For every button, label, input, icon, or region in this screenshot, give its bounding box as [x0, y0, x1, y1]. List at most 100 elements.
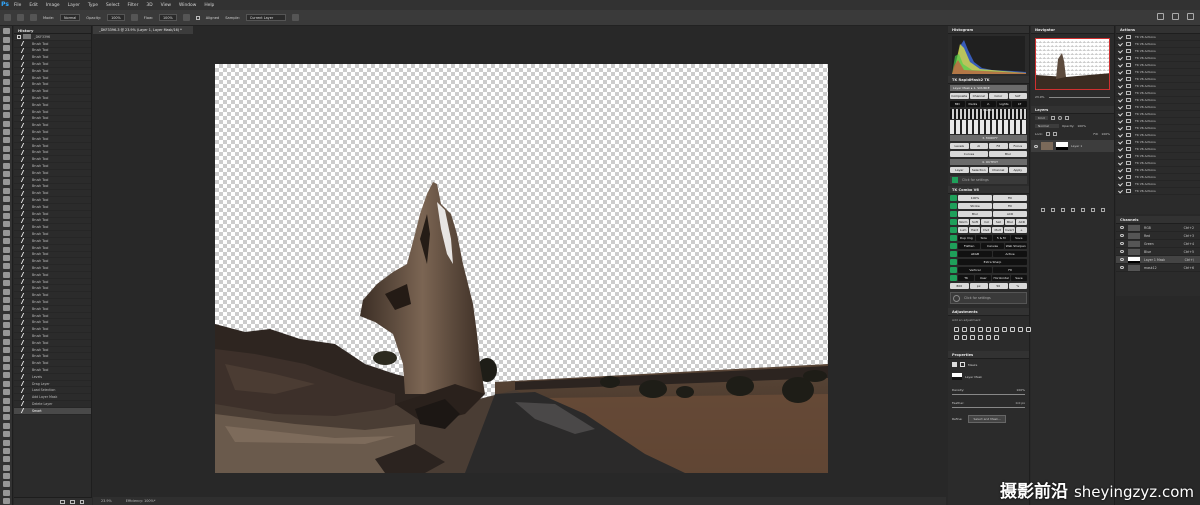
checkmark-icon[interactable]: [1118, 48, 1123, 54]
checkmark-icon[interactable]: [1118, 97, 1123, 103]
action-set-row[interactable]: TK V6 Actions: [1116, 139, 1200, 146]
history-item[interactable]: Brush Tool: [14, 367, 91, 374]
checkmark-icon[interactable]: [1118, 125, 1123, 131]
history-item[interactable]: Brush Tool: [14, 156, 91, 164]
menu-item-file[interactable]: File: [10, 3, 25, 8]
tk-button-selection[interactable]: Selection: [969, 167, 988, 173]
action-set-row[interactable]: TK V6 Actions: [1116, 83, 1200, 90]
share-icon[interactable]: [1187, 13, 1194, 20]
filter-adjustment-icon[interactable]: [1057, 116, 1062, 120]
tk-button-darks[interactable]: Darks: [965, 101, 981, 107]
channel-row[interactable]: Blue Ctrl+5: [1116, 248, 1200, 256]
healing-tool-icon[interactable]: [3, 95, 10, 102]
dodge-tool-icon[interactable]: [3, 154, 10, 161]
path-select-tool-icon[interactable]: [3, 179, 10, 186]
link-layers-icon[interactable]: [1041, 208, 1045, 212]
history-item[interactable]: Smart: [14, 407, 91, 415]
channel-row[interactable]: Red Ctrl+3: [1116, 232, 1200, 240]
tk-web-value[interactable]: 800: [950, 283, 969, 289]
tk-combo-button--select[interactable]: + Select: [1015, 227, 1028, 238]
marquee-tool-icon[interactable]: [3, 280, 10, 287]
action-set-row[interactable]: TK V6 Actions: [1116, 188, 1200, 195]
tk-combo-button-sat[interactable]: Sat: [993, 219, 1004, 225]
history-item[interactable]: Levels: [14, 374, 91, 381]
black-white-icon[interactable]: [1010, 327, 1015, 332]
checkmark-icon[interactable]: [1118, 41, 1123, 47]
menu-item-view[interactable]: View: [157, 3, 175, 8]
history-item[interactable]: Brush Tool: [14, 190, 91, 198]
channel-row[interactable]: Green Ctrl+4: [1116, 240, 1200, 248]
move-tool-icon[interactable]: [3, 263, 10, 270]
tk-combo-button-acr[interactable]: ACR: [1016, 219, 1028, 225]
menu-item-type[interactable]: Type: [84, 3, 102, 8]
filter-pixel-icon[interactable]: [1050, 116, 1055, 120]
quick-select-tool-icon[interactable]: [3, 61, 10, 68]
pressure-opacity-icon[interactable]: [130, 14, 138, 21]
tk-button-fit[interactable]: Fit: [989, 143, 1008, 149]
history-item[interactable]: Brush Tool: [14, 81, 91, 89]
tk-button-md[interactable]: MD: [950, 101, 965, 107]
tk-button-al[interactable]: Al: [969, 143, 988, 149]
eraser-tool-icon[interactable]: [3, 129, 10, 136]
new-adjustment-icon[interactable]: [1071, 208, 1075, 212]
action-set-row[interactable]: TK V6 Actions: [1116, 97, 1200, 104]
more-tool-icon[interactable]: [3, 456, 10, 463]
blur-tool-icon[interactable]: [3, 145, 10, 152]
foreground-color-tool-icon[interactable]: [3, 464, 10, 471]
rotate-tool-icon[interactable]: [3, 204, 10, 211]
tk-combo-button-stroke[interactable]: Stroke: [958, 203, 992, 209]
navigator-zoom-value[interactable]: 23.9%: [1035, 95, 1045, 99]
zoom-tool-icon[interactable]: [3, 447, 10, 454]
action-set-row[interactable]: TK V6 Actions: [1116, 62, 1200, 69]
lock-position-icon[interactable]: [1052, 132, 1057, 136]
move-tool-icon[interactable]: [3, 498, 10, 505]
tk-button-lights[interactable]: Lights: [996, 101, 1012, 107]
history-item[interactable]: Brush Tool: [14, 41, 91, 48]
history-item[interactable]: Brush Tool: [14, 285, 91, 293]
action-set-row[interactable]: TK V6 Actions: [1116, 146, 1200, 153]
channel-visibility-eye-icon[interactable]: [1120, 266, 1124, 269]
brush-tool-icon[interactable]: [3, 103, 10, 110]
history-item[interactable]: Brush Tool: [14, 183, 91, 191]
tk-combo-button-dup-img[interactable]: Dup Img: [958, 235, 975, 241]
hue-saturation-icon[interactable]: [994, 327, 999, 332]
channels-panel-title[interactable]: Channels: [1116, 216, 1200, 224]
action-set-row[interactable]: TK V6 Actions: [1116, 125, 1200, 132]
tk-combo-button-web-sharpen[interactable]: Web Sharpen: [1004, 243, 1027, 249]
photoshop-logo-icon[interactable]: Ps: [0, 0, 10, 10]
menu-item-filter[interactable]: Filter: [124, 3, 143, 8]
tk-combo-settings[interactable]: Click for settings: [950, 292, 1027, 304]
tk-combo-button-fit[interactable]: Fit: [993, 267, 1027, 273]
density-slider[interactable]: [952, 394, 1025, 395]
tk-combo-button-dvd[interactable]: Dvd: [980, 227, 992, 233]
channel-visibility-eye-icon[interactable]: [1120, 234, 1124, 237]
move-tool-icon[interactable]: [3, 28, 10, 35]
history-item[interactable]: Brush Tool: [14, 299, 91, 306]
checkmark-icon[interactable]: [1118, 139, 1123, 145]
checkmark-icon[interactable]: [1118, 188, 1123, 194]
add-mask-icon[interactable]: [1061, 208, 1065, 212]
tk-rapid-settings[interactable]: Click for settings: [950, 176, 1027, 184]
foreground-color-tool-icon[interactable]: [3, 229, 10, 236]
history-item[interactable]: Brush Tool: [14, 211, 91, 218]
lasso-tool-icon[interactable]: [3, 53, 10, 60]
snapshot-checkbox-icon[interactable]: [17, 34, 21, 39]
tk-combo-icon[interactable]: [950, 251, 957, 257]
brush-settings-icon[interactable]: [30, 14, 37, 21]
history-item[interactable]: Brush Tool: [14, 149, 91, 157]
channel-visibility-eye-icon[interactable]: [1120, 258, 1124, 261]
history-item[interactable]: Brush Tool: [14, 129, 91, 136]
history-item[interactable]: Brush Tool: [14, 47, 91, 55]
action-set-row[interactable]: TK V6 Actions: [1116, 48, 1200, 55]
history-item[interactable]: Brush Tool: [14, 319, 91, 327]
curves-icon[interactable]: [970, 327, 975, 332]
layer-visibility-eye-icon[interactable]: [1034, 144, 1038, 148]
checkmark-icon[interactable]: [1118, 118, 1123, 124]
tk-combo-button-srgb[interactable]: sRGB: [958, 251, 992, 257]
tk-combo-icon[interactable]: [950, 275, 957, 281]
new-group-icon[interactable]: [1081, 208, 1085, 212]
tk-button-curves[interactable]: Curves: [950, 151, 988, 157]
posterize-icon[interactable]: [970, 335, 975, 340]
tk-combo-icon[interactable]: [950, 219, 957, 225]
history-item[interactable]: Brush Tool: [14, 251, 91, 259]
